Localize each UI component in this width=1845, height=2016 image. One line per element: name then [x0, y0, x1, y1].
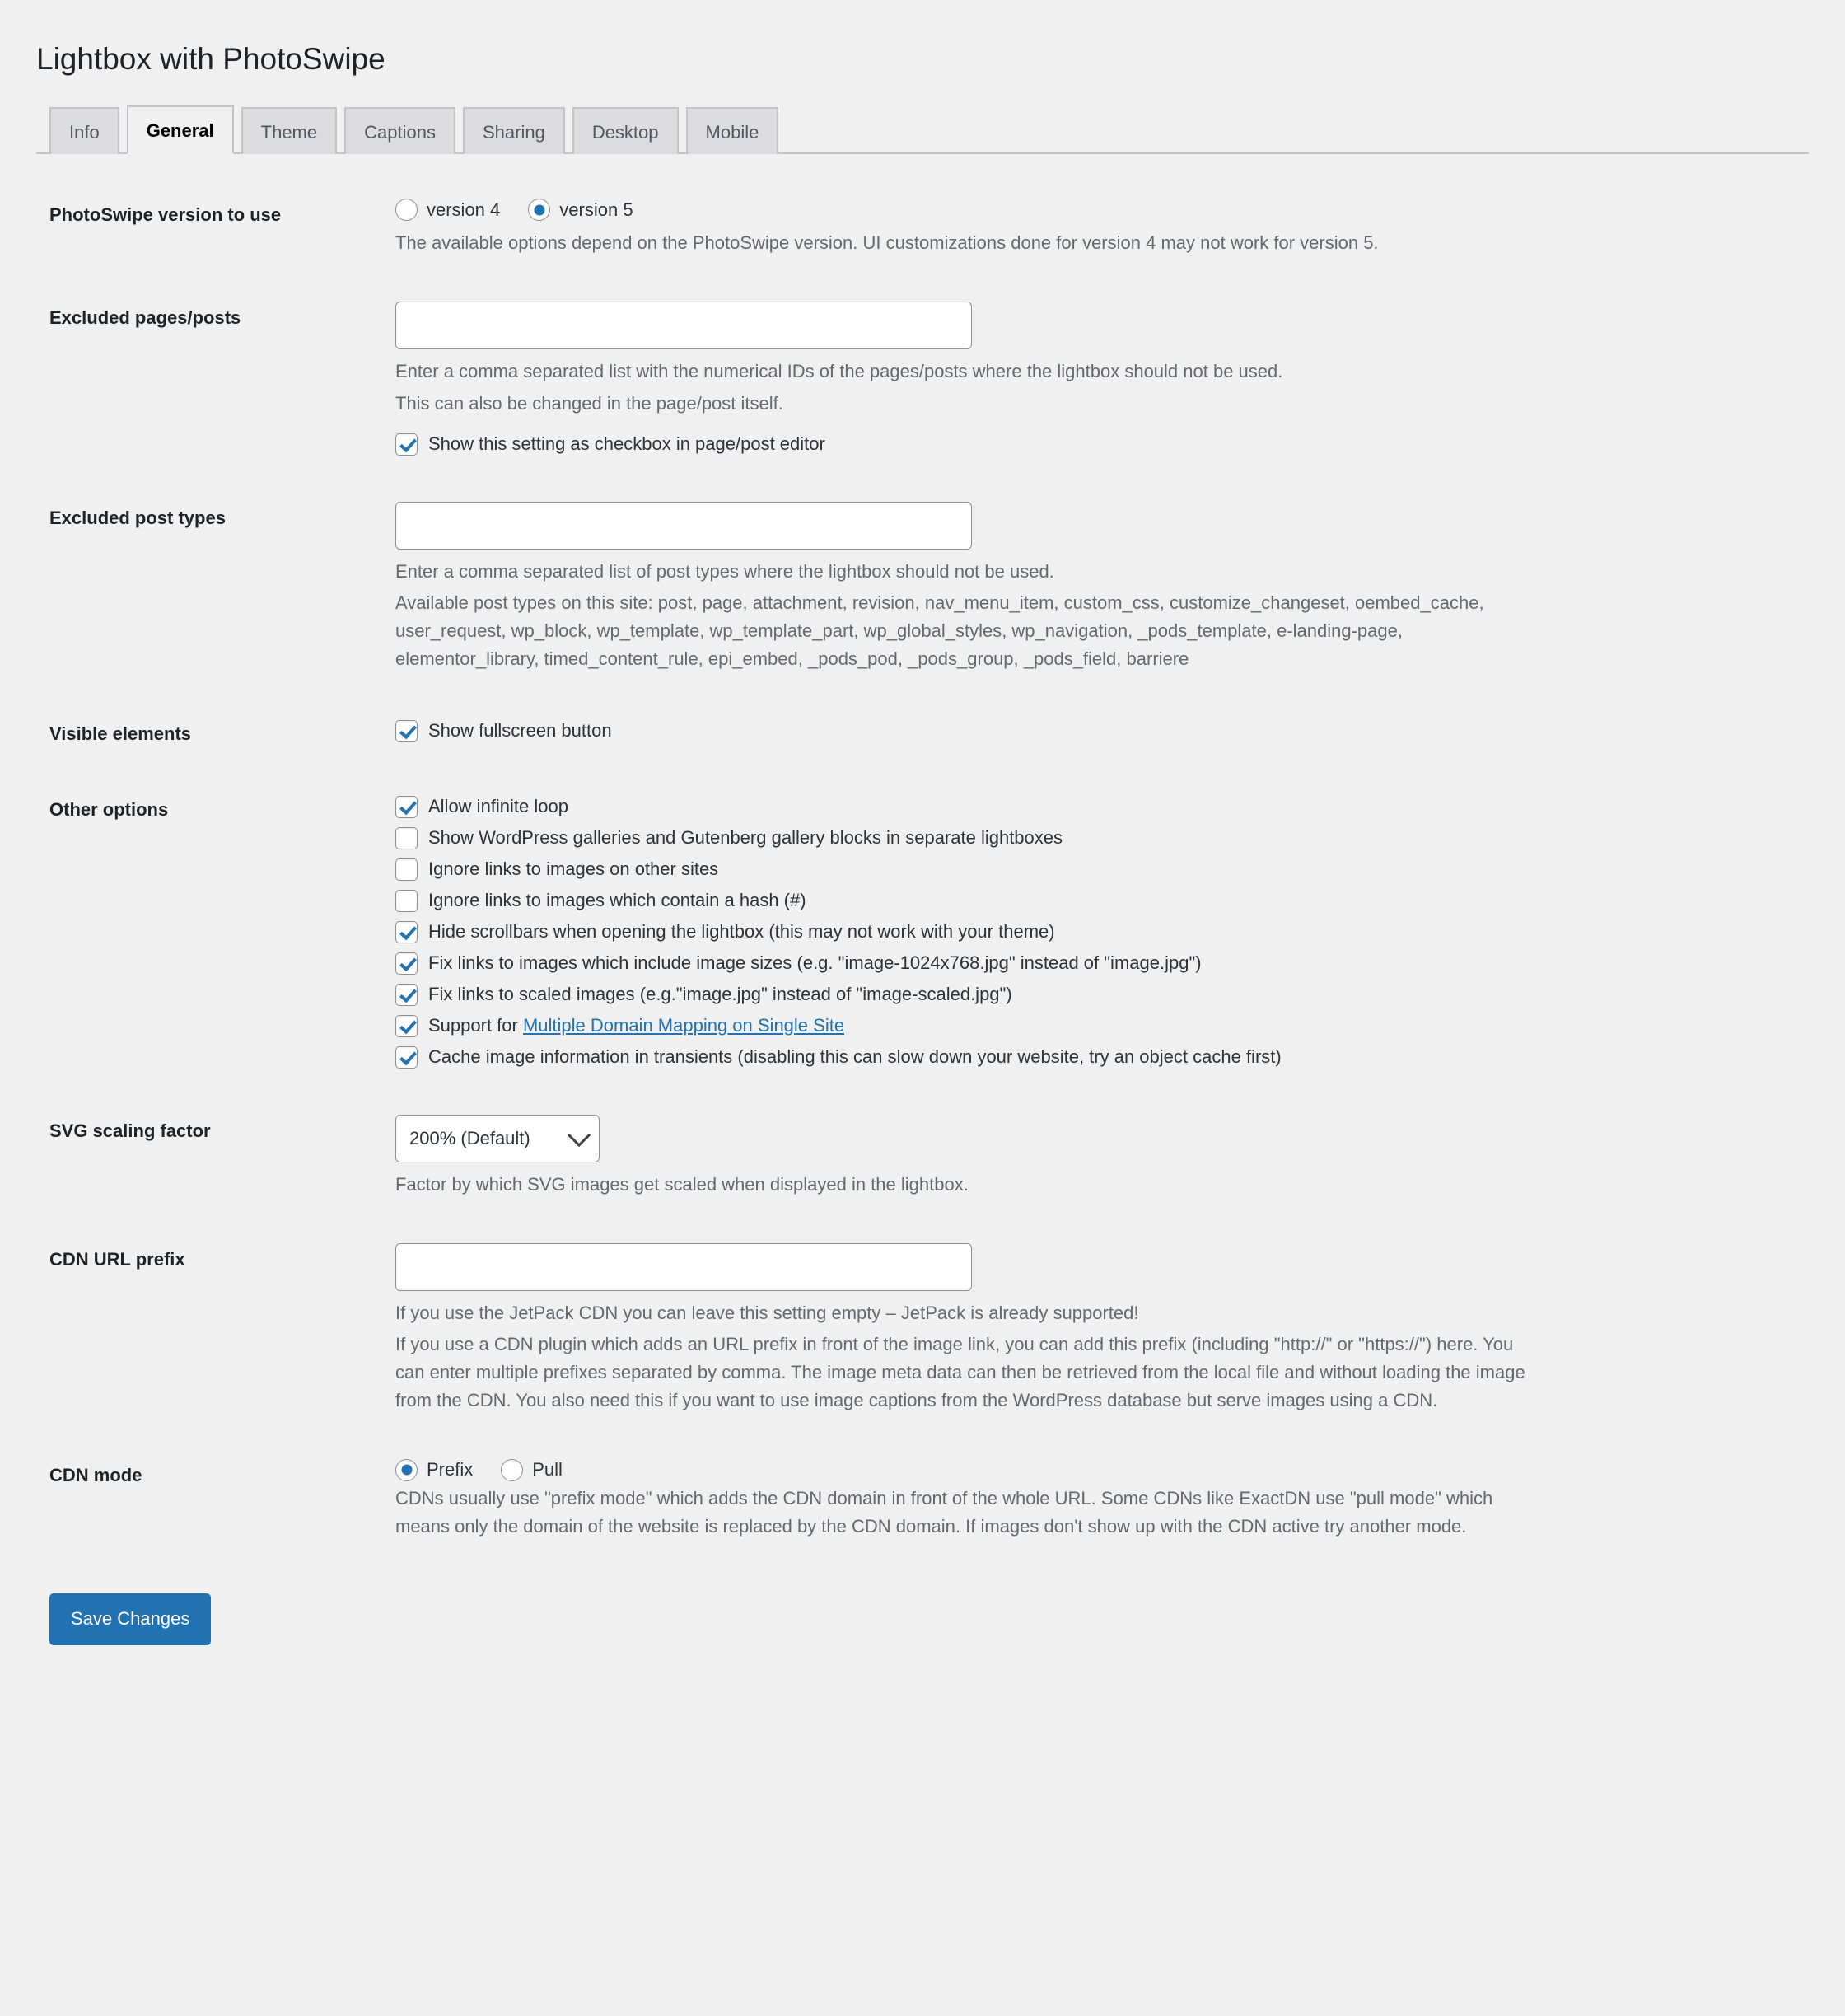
tab-theme[interactable]: Theme — [241, 107, 338, 155]
row-excluded-post-types: Excluded post types Enter a comma separa… — [36, 480, 1809, 696]
cdn-url-prefix-input[interactable] — [395, 1242, 972, 1291]
submit-area: Save Changes — [36, 1564, 1809, 1691]
checkbox-icon-fix-scaled-image-links[interactable] — [395, 983, 418, 1006]
checkbox-show-fullscreen-button[interactable]: Show fullscreen button — [395, 718, 1796, 744]
label-excluded-pages: Excluded pages/posts — [49, 307, 241, 329]
radio-cdn-mode-prefix[interactable]: Prefix — [395, 1458, 474, 1481]
tab-desktop[interactable]: Desktop — [572, 107, 679, 155]
checkbox-label-allow-infinite-loop: Allow infinite loop — [428, 796, 568, 817]
label-other-options: Other options — [49, 799, 169, 821]
checkbox-cache-image-info[interactable]: Cache image information in transients (d… — [395, 1044, 1796, 1070]
available-post-types: Available post types on this site: post,… — [395, 589, 1544, 673]
checkbox-label-fix-image-size-links: Fix links to images which include image … — [428, 952, 1202, 973]
row-cdn-mode: CDN mode Prefix Pull CDNs usually use "p… — [36, 1438, 1809, 1564]
radio-label-cdn-mode-pull: Pull — [532, 1459, 563, 1480]
description-svg-scaling-factor: Factor by which SVG images get scaled wh… — [395, 1173, 969, 1195]
radio-version-4[interactable]: version 4 — [395, 199, 501, 222]
description-excluded-post-types: Enter a comma separated list of post typ… — [395, 560, 1054, 582]
radio-version-5[interactable]: version 5 — [528, 199, 633, 222]
checkbox-icon-fix-image-size-links[interactable] — [395, 952, 418, 975]
settings-page: Lightbox with PhotoSwipe Info General Th… — [0, 0, 1845, 1691]
settings-tabs: Info General Theme Captions Sharing Desk… — [36, 105, 1809, 155]
checkbox-icon-ignore-other-sites[interactable] — [395, 858, 418, 882]
checkbox-label-hide-scrollbars: Hide scrollbars when opening the lightbo… — [428, 921, 1055, 943]
checkbox-icon-domain-mapping-support[interactable] — [395, 1014, 418, 1037]
checkbox-label-show-setting-in-editor: Show this setting as checkbox in page/po… — [428, 433, 825, 454]
tab-mobile[interactable]: Mobile — [685, 107, 779, 155]
link-multiple-domain-mapping[interactable]: Multiple Domain Mapping on Single Site — [523, 1015, 844, 1036]
row-cdn-url-prefix: CDN URL prefix If you use the JetPack CD… — [36, 1222, 1809, 1438]
description-photoswipe-version: The available options depend on the Phot… — [395, 232, 1379, 254]
checkbox-label-ignore-other-sites: Ignore links to images on other sites — [428, 858, 719, 880]
checkbox-icon-separate-galleries[interactable] — [395, 827, 418, 850]
page-title: Lightbox with PhotoSwipe — [36, 42, 385, 76]
description-cdn-url-prefix-1: If you use the JetPack CDN you can leave… — [395, 1302, 1139, 1323]
checkbox-icon-show-setting-in-editor[interactable] — [395, 433, 418, 456]
checkbox-label-fix-scaled-image-links: Fix links to scaled images (e.g."image.j… — [428, 983, 1012, 1004]
checkbox-label-ignore-hash-links: Ignore links to images which contain a h… — [428, 890, 806, 911]
description-cdn-url-prefix-2: If you use a CDN plugin which adds an UR… — [395, 1333, 1525, 1410]
checkbox-icon-hide-scrollbars[interactable] — [395, 921, 418, 944]
excluded-post-types-input[interactable] — [395, 501, 972, 550]
checkbox-ignore-hash-links[interactable]: Ignore links to images which contain a h… — [395, 887, 1796, 914]
checkbox-icon-ignore-hash-links[interactable] — [395, 890, 418, 913]
label-visible-elements: Visible elements — [49, 723, 192, 744]
description-excluded-pages-2: This can also be changed in the page/pos… — [395, 392, 783, 414]
svg-scaling-factor-select[interactable]: 200% (Default) — [395, 1114, 600, 1162]
tab-general[interactable]: General — [126, 105, 234, 155]
row-photoswipe-version: PhotoSwipe version to use version 4 vers… — [36, 177, 1809, 280]
checkbox-show-setting-in-editor[interactable]: Show this setting as checkbox in page/po… — [395, 431, 1796, 457]
cdn-mode-radio-group: Prefix Pull — [395, 1458, 1796, 1481]
save-changes-button[interactable]: Save Changes — [49, 1593, 212, 1646]
radio-label-version-4: version 4 — [427, 199, 501, 220]
checkbox-label-separate-galleries: Show WordPress galleries and Gutenberg g… — [428, 827, 1063, 849]
checkbox-icon-allow-infinite-loop[interactable] — [395, 796, 418, 819]
radio-label-cdn-mode-prefix: Prefix — [427, 1459, 474, 1480]
checkbox-label-show-fullscreen-button: Show fullscreen button — [428, 719, 612, 741]
svg-scaling-factor-value: 200% (Default) — [409, 1128, 530, 1148]
label-cdn-mode: CDN mode — [49, 1464, 142, 1485]
description-excluded-pages-1: Enter a comma separated list with the nu… — [395, 361, 1283, 382]
tab-info[interactable]: Info — [49, 107, 119, 155]
label-photoswipe-version: PhotoSwipe version to use — [49, 204, 282, 226]
label-cdn-url-prefix: CDN URL prefix — [49, 1248, 185, 1270]
radio-icon-cdn-mode-prefix[interactable] — [395, 1458, 418, 1481]
checkbox-allow-infinite-loop[interactable]: Allow infinite loop — [395, 793, 1796, 820]
checkbox-fix-image-size-links[interactable]: Fix links to images which include image … — [395, 950, 1796, 976]
row-visible-elements: Visible elements Show fullscreen button — [36, 696, 1809, 773]
excluded-pages-input[interactable] — [395, 302, 972, 350]
row-svg-scaling-factor: SVG scaling factor 200% (Default) Factor… — [36, 1093, 1809, 1222]
photoswipe-version-radio-group: version 4 version 5 — [395, 199, 1796, 222]
row-excluded-pages: Excluded pages/posts Enter a comma separ… — [36, 280, 1809, 479]
label-excluded-post-types: Excluded post types — [49, 507, 226, 528]
settings-form-table: PhotoSwipe version to use version 4 vers… — [36, 177, 1809, 1564]
tab-captions[interactable]: Captions — [344, 107, 455, 155]
radio-icon-version-5[interactable] — [528, 199, 551, 222]
available-post-types-intro: Available post types on this site: — [395, 592, 653, 613]
radio-cdn-mode-pull[interactable]: Pull — [501, 1458, 563, 1481]
checkbox-hide-scrollbars[interactable]: Hide scrollbars when opening the lightbo… — [395, 919, 1796, 945]
radio-label-version-5: version 5 — [559, 199, 633, 220]
row-other-options: Other options Allow infinite loop Show W… — [36, 772, 1809, 1092]
description-cdn-mode: CDNs usually use "prefix mode" which add… — [395, 1487, 1493, 1537]
checkbox-separate-galleries[interactable]: Show WordPress galleries and Gutenberg g… — [395, 825, 1796, 851]
checkbox-domain-mapping-support[interactable]: Support for Multiple Domain Mapping on S… — [395, 1013, 1796, 1039]
checkbox-icon-cache-image-info[interactable] — [395, 1045, 418, 1069]
radio-icon-version-4[interactable] — [395, 199, 418, 222]
checkbox-label-cache-image-info: Cache image information in transients (d… — [428, 1045, 1282, 1067]
chevron-down-icon — [567, 1123, 591, 1147]
checkbox-icon-show-fullscreen-button[interactable] — [395, 719, 418, 742]
checkbox-fix-scaled-image-links[interactable]: Fix links to scaled images (e.g."image.j… — [395, 981, 1796, 1008]
label-svg-scaling-factor: SVG scaling factor — [49, 1120, 211, 1141]
tab-sharing[interactable]: Sharing — [462, 107, 565, 155]
checkbox-ignore-other-sites[interactable]: Ignore links to images on other sites — [395, 856, 1796, 882]
checkbox-label-domain-mapping-support: Support for — [428, 1014, 523, 1036]
radio-icon-cdn-mode-pull[interactable] — [501, 1458, 524, 1481]
